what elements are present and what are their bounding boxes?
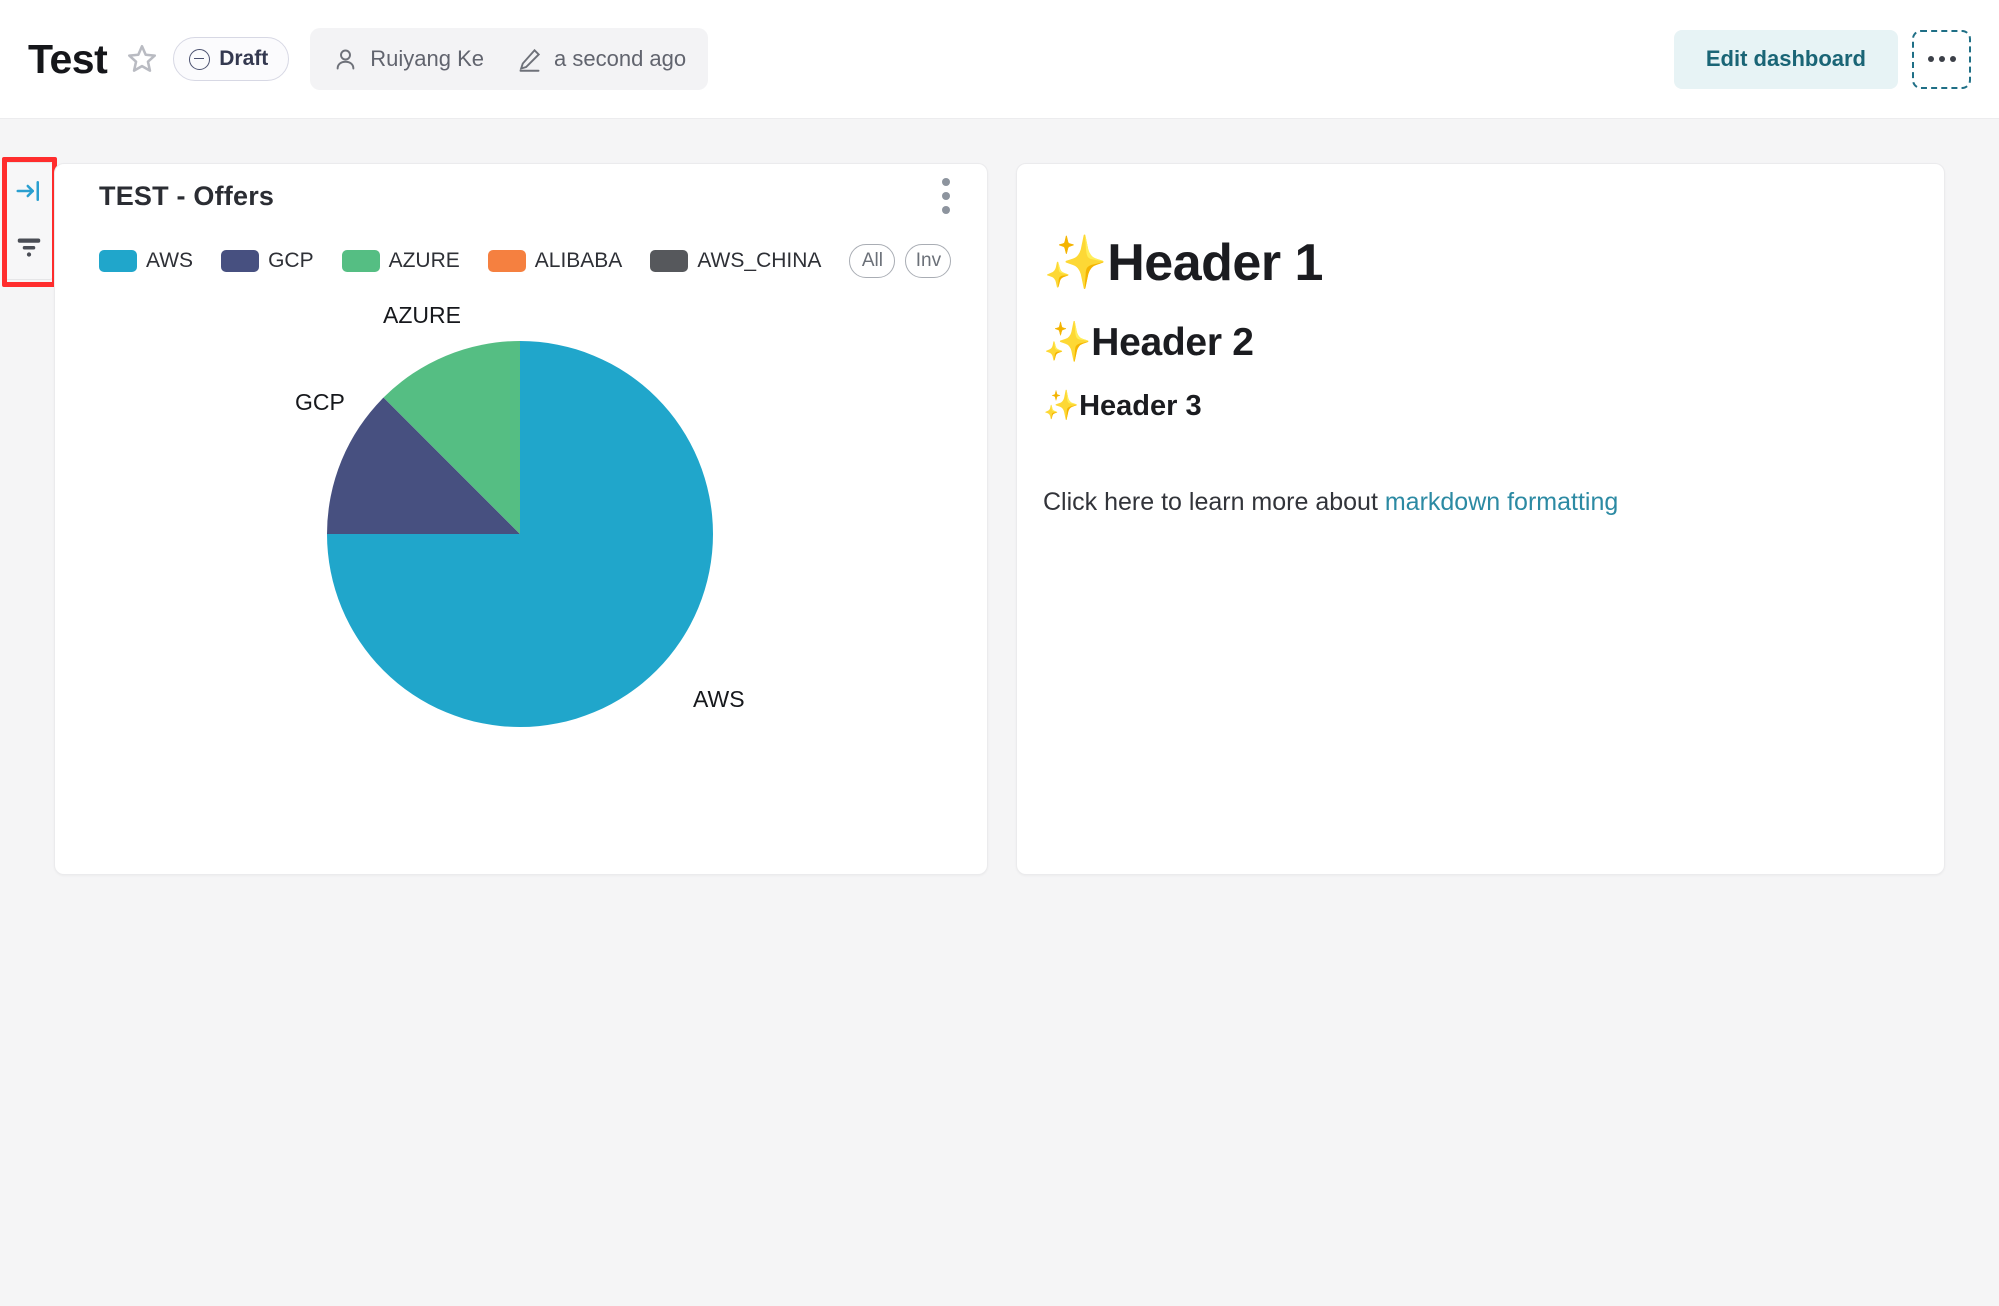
pie-slice-label-gcp: GCP — [295, 389, 345, 415]
legend-label-aws: AWS — [146, 249, 194, 272]
legend-item-alibaba[interactable]: ALIBABA — [487, 249, 623, 273]
edited-meta: a second ago — [516, 46, 686, 73]
legend-label-aws_china: AWS_CHINA — [697, 249, 822, 272]
markdown-heading-1: ✨Header 1 — [1043, 232, 1918, 294]
legend-swatch-azure — [341, 250, 380, 272]
ellipsis-icon — [1938, 56, 1945, 62]
dashboard-meta: Ruiyang Ke a second ago — [310, 28, 709, 90]
markdown-paragraph: Click here to learn more about markdown … — [1043, 484, 1918, 520]
chart-legend: AWS GCP AZURE ALIBABA AWS_CHINA All Inv — [99, 244, 961, 278]
person-icon — [332, 46, 359, 73]
markdown-heading-3-text: Header 3 — [1079, 390, 1202, 423]
minus-circle-icon — [189, 48, 211, 70]
status-badge-label: Draft — [219, 47, 269, 70]
star-outline-icon[interactable] — [125, 42, 159, 76]
markdown-content: ✨Header 1 ✨Header 2 ✨Header 3 Click here… — [1043, 232, 1918, 520]
legend-label-azure: AZURE — [388, 249, 460, 272]
header-actions: Edit dashboard — [1673, 29, 1971, 89]
dashboard-canvas: Filters TEST - Offers AWSGCPAZUREALIBABA… — [0, 119, 1999, 1306]
pencil-icon — [516, 46, 543, 73]
filter-sidebar-rail[interactable] — [5, 162, 53, 280]
legend-swatch-gcp — [221, 250, 260, 272]
ellipsis-icon — [1927, 56, 1934, 62]
page-title: Test — [28, 35, 108, 82]
legend-all-button[interactable]: All — [849, 244, 896, 278]
markdown-heading-2-text: Header 2 — [1091, 321, 1254, 365]
chart-card-title: TEST - Offers — [99, 180, 275, 211]
kebab-dot — [942, 178, 950, 186]
chart-card: TEST - Offers AWS GCP AZURE ALIBABA AWS_CHIN… — [54, 163, 988, 875]
sparkles-icon: ✨ — [1043, 390, 1080, 423]
legend-item-aws[interactable]: AWS — [99, 249, 193, 273]
author-meta: Ruiyang Ke — [332, 46, 484, 73]
sparkles-icon: ✨ — [1043, 234, 1108, 292]
sparkles-icon: ✨ — [1043, 321, 1092, 365]
legend-item-aws_china[interactable]: AWS_CHINA — [650, 249, 821, 273]
last-edited-time: a second ago — [554, 46, 687, 71]
title-group: Test Draft Ruiyang Ke a second ago — [28, 28, 709, 90]
pie-chart-svg[interactable] — [55, 284, 989, 844]
legend-swatch-aws_china — [650, 250, 689, 272]
status-badge[interactable]: Draft — [173, 37, 290, 81]
pie-slice-label-azure: AZURE — [383, 302, 461, 328]
legend-item-azure[interactable]: AZURE — [341, 249, 460, 273]
legend-item-gcp[interactable]: GCP — [221, 249, 314, 273]
author-name: Ruiyang Ke — [370, 46, 485, 71]
markdown-heading-3: ✨Header 3 — [1043, 389, 1918, 424]
edit-dashboard-button[interactable]: Edit dashboard — [1673, 29, 1898, 89]
expand-sidebar-icon[interactable] — [14, 176, 44, 206]
markdown-heading-1-text: Header 1 — [1107, 234, 1323, 292]
pie-chart: AZURE GCP AWS — [55, 284, 989, 844]
funnel-filter-icon[interactable] — [14, 231, 44, 261]
markdown-formatting-link[interactable]: markdown formatting — [1385, 488, 1618, 516]
chart-card-header: TEST - Offers — [55, 164, 987, 228]
legend-swatch-aws — [99, 250, 137, 272]
kebab-dot — [942, 192, 950, 200]
legend-swatch-alibaba — [487, 250, 526, 272]
kebab-menu-icon[interactable] — [931, 176, 961, 216]
markdown-card: ✨Header 1 ✨Header 2 ✨Header 3 Click here… — [1016, 163, 1945, 875]
dashboard-header: Test Draft Ruiyang Ke a second ago Edit … — [0, 0, 1999, 119]
pie-slice-label-aws: AWS — [693, 686, 745, 712]
legend-invert-button[interactable]: Inv — [905, 244, 952, 278]
kebab-dot — [942, 206, 950, 214]
markdown-card-header — [1017, 164, 1944, 228]
legend-label-gcp: GCP — [268, 249, 314, 272]
more-options-button[interactable] — [1912, 29, 1971, 89]
markdown-paragraph-text: Click here to learn more about — [1043, 487, 1385, 516]
markdown-heading-2: ✨Header 2 — [1043, 320, 1918, 367]
legend-label-alibaba: ALIBABA — [534, 249, 623, 272]
ellipsis-icon — [1949, 56, 1956, 62]
